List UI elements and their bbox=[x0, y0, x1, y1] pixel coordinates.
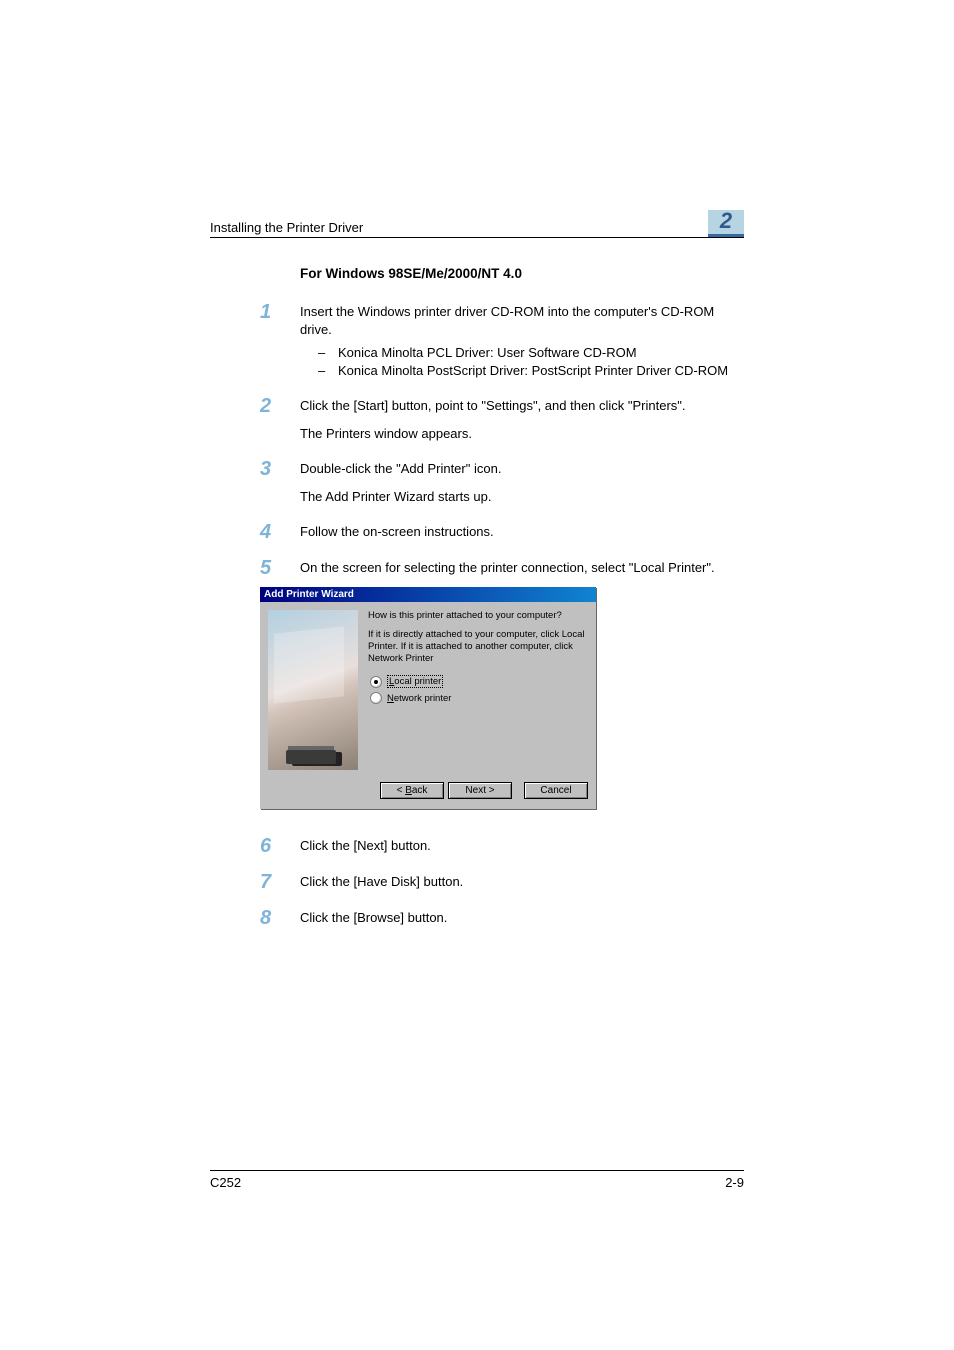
page-footer: C252 2-9 bbox=[210, 1170, 744, 1190]
dialog-body: How is this printer attached to your com… bbox=[260, 602, 596, 778]
step-text-secondary: The Printers window appears. bbox=[300, 425, 744, 443]
step-body: On the screen for selecting the printer … bbox=[300, 559, 744, 577]
step-body: Click the [Have Disk] button. bbox=[300, 873, 744, 891]
page-header: Installing the Printer Driver 2 bbox=[210, 210, 744, 238]
sublist-text: Konica Minolta PCL Driver: User Software… bbox=[338, 344, 637, 362]
bullet-dash: – bbox=[318, 362, 338, 380]
step-text: Follow the on-screen instructions. bbox=[300, 523, 744, 541]
radio-label: Local printer bbox=[387, 675, 443, 688]
step: 4 Follow the on-screen instructions. bbox=[300, 523, 744, 541]
running-header-title: Installing the Printer Driver bbox=[210, 220, 363, 235]
sublist-item: – Konica Minolta PostScript Driver: Post… bbox=[318, 362, 744, 380]
bullet-dash: – bbox=[318, 344, 338, 362]
footer-page-number: 2-9 bbox=[725, 1175, 744, 1190]
step-body: Click the [Next] button. bbox=[300, 837, 744, 855]
step: 2 Click the [Start] button, point to "Se… bbox=[300, 397, 744, 442]
step-text: Click the [Browse] button. bbox=[300, 909, 744, 927]
sublist-text: Konica Minolta PostScript Driver: PostSc… bbox=[338, 362, 728, 380]
radio-icon bbox=[370, 676, 382, 688]
step-body: Click the [Browse] button. bbox=[300, 909, 744, 927]
radio-label: Network printer bbox=[387, 693, 451, 704]
sublist: – Konica Minolta PCL Driver: User Softwa… bbox=[300, 344, 744, 379]
dialog-text-area: How is this printer attached to your com… bbox=[358, 610, 588, 770]
step-text: Click the [Start] button, point to "Sett… bbox=[300, 397, 744, 415]
radio-local-printer[interactable]: Local printer bbox=[370, 675, 588, 688]
step-text: On the screen for selecting the printer … bbox=[300, 559, 744, 577]
step: 7 Click the [Have Disk] button. bbox=[300, 873, 744, 891]
step-number: 6 bbox=[260, 837, 300, 855]
step-body: Click the [Start] button, point to "Sett… bbox=[300, 397, 744, 442]
spacer bbox=[210, 238, 744, 266]
step-text-secondary: The Add Printer Wizard starts up. bbox=[300, 488, 744, 506]
step-number: 4 bbox=[260, 523, 300, 541]
step-body: Double-click the "Add Printer" icon. The… bbox=[300, 460, 744, 505]
back-button[interactable]: < Back bbox=[380, 782, 444, 799]
step: 3 Double-click the "Add Printer" icon. T… bbox=[300, 460, 744, 505]
step: 1 Insert the Windows printer driver CD-R… bbox=[300, 303, 744, 379]
dialog-question: How is this printer attached to your com… bbox=[368, 610, 588, 621]
step: 6 Click the [Next] button. bbox=[300, 837, 744, 855]
chapter-number-badge: 2 bbox=[708, 210, 744, 237]
step: 5 On the screen for selecting the printe… bbox=[300, 559, 744, 577]
step-number: 7 bbox=[260, 873, 300, 891]
content-column: For Windows 98SE/Me/2000/NT 4.0 1 Insert… bbox=[300, 266, 744, 927]
radio-network-printer[interactable]: Network printer bbox=[370, 692, 588, 704]
step-body: Insert the Windows printer driver CD-ROM… bbox=[300, 303, 744, 379]
step-number: 2 bbox=[260, 397, 300, 442]
step-number: 1 bbox=[260, 303, 300, 379]
step-number: 8 bbox=[260, 909, 300, 927]
step: 8 Click the [Browse] button. bbox=[300, 909, 744, 927]
section-heading: For Windows 98SE/Me/2000/NT 4.0 bbox=[300, 266, 744, 281]
page: Installing the Printer Driver 2 For Wind… bbox=[0, 0, 954, 1350]
wizard-sidebar-image bbox=[268, 610, 358, 770]
step-text: Double-click the "Add Printer" icon. bbox=[300, 460, 744, 478]
step-text: Insert the Windows printer driver CD-ROM… bbox=[300, 303, 744, 338]
radio-icon bbox=[370, 692, 382, 704]
step-number: 3 bbox=[260, 460, 300, 505]
footer-model: C252 bbox=[210, 1175, 241, 1190]
dialog-button-row: < Back Next > Cancel bbox=[260, 778, 596, 809]
dialog-instruction: If it is directly attached to your compu… bbox=[368, 629, 588, 665]
next-button[interactable]: Next > bbox=[448, 782, 512, 799]
sublist-item: – Konica Minolta PCL Driver: User Softwa… bbox=[318, 344, 744, 362]
cancel-button[interactable]: Cancel bbox=[524, 782, 588, 799]
step-number: 5 bbox=[260, 559, 300, 577]
step-body: Follow the on-screen instructions. bbox=[300, 523, 744, 541]
step-text: Click the [Next] button. bbox=[300, 837, 744, 855]
add-printer-wizard-dialog: Add Printer Wizard How is this printer a… bbox=[260, 587, 596, 809]
step-text: Click the [Have Disk] button. bbox=[300, 873, 744, 891]
dialog-title-bar: Add Printer Wizard bbox=[260, 587, 596, 602]
